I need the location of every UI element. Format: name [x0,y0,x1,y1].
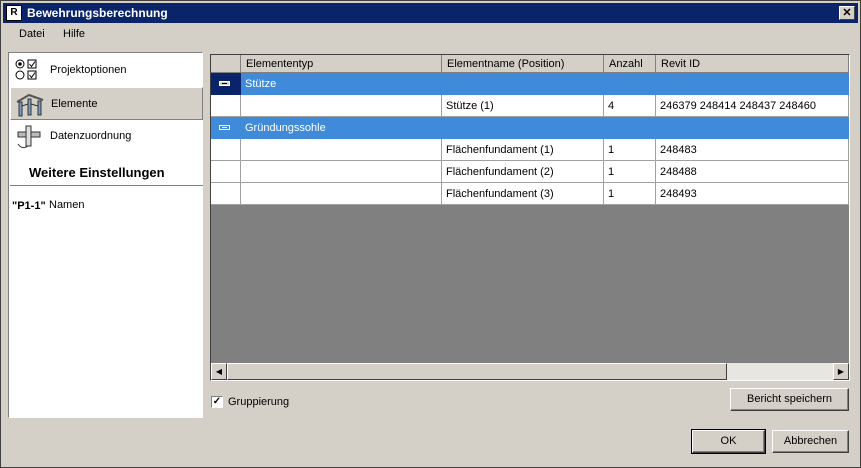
menu-hilfe[interactable]: Hilfe [63,28,85,40]
mapping-icon [17,125,41,149]
grouping-label[interactable]: Gruppierung [228,396,289,408]
row-selector[interactable] [211,73,241,95]
title-bar[interactable]: R Bewehrungsberechnung ✕ [3,3,858,23]
scroll-left-button[interactable]: ◀ [211,363,227,380]
structure-icon [16,93,44,117]
row-selector[interactable] [211,139,241,161]
sidebar-item-projektoptionen[interactable]: Projektoptionen [10,54,203,87]
window-title: Bewehrungsberechnung [27,6,168,20]
cell-elemententyp [241,139,442,161]
ok-button[interactable]: OK [691,429,766,454]
table-row[interactable]: Stütze (1) 4 246379 248414 248437 248460 [211,95,849,117]
cell-elemententyp [241,95,442,117]
sidebar-item-label: Datenzuordnung [50,130,132,142]
cell-anzahl: 1 [604,161,656,183]
cell-elementname: Flächenfundament (1) [442,139,604,161]
main-window: R Bewehrungsberechnung ✕ Datei Hilfe Pro… [0,0,861,468]
scroll-right-button[interactable]: ▶ [833,363,849,380]
row-selector[interactable] [211,95,241,117]
sidebar-item-elemente[interactable]: Elemente [10,87,203,120]
sidebar-item-namen[interactable]: Namen [49,199,84,211]
sidebar-item-label: Elemente [51,98,98,110]
column-header-elemententyp[interactable]: Elemententyp [241,55,442,73]
cancel-button[interactable]: Abbrechen [772,430,849,453]
cell-elemententyp [241,161,442,183]
row-selector[interactable] [211,161,241,183]
menu-datei[interactable]: Datei [19,28,45,40]
cell-elemententyp [241,183,442,205]
cell-revit-id: 248493 [656,183,849,205]
horizontal-scrollbar[interactable]: ◀ ▶ [211,363,849,380]
table-row[interactable]: Flächenfundament (2) 1 248488 [211,161,849,183]
table-row[interactable]: Flächenfundament (3) 1 248493 [211,183,849,205]
table-row[interactable]: Flächenfundament (1) 1 248483 [211,139,849,161]
cell-revit-id: 248488 [656,161,849,183]
group-label: Gründungssohle [241,117,849,139]
collapse-icon[interactable] [219,125,230,130]
grouping-checkbox[interactable]: ✓ [211,396,223,408]
grid-header: Elemententyp Elementname (Position) Anza… [211,55,849,73]
app-icon: R [6,5,22,21]
naming-icon: "P1-1" [12,200,46,212]
sidebar: Projektoptionen Elemente Datenzuordnung … [8,52,203,418]
cell-elementname: Flächenfundament (3) [442,183,604,205]
menu-bar: Datei Hilfe [3,24,858,44]
elements-grid[interactable]: Elemententyp Elementname (Position) Anza… [210,54,850,381]
row-selector[interactable] [211,183,241,205]
sidebar-item-datenzuordnung[interactable]: Datenzuordnung [10,120,203,153]
group-label: Stütze [241,73,849,95]
header-row-selector [211,55,241,73]
save-report-button[interactable]: Bericht speichern [730,388,849,411]
cell-elementname: Stütze (1) [442,95,604,117]
options-icon [15,59,37,80]
cell-elementname: Flächenfundament (2) [442,161,604,183]
column-header-elementname[interactable]: Elementname (Position) [442,55,604,73]
sidebar-item-label: Projektoptionen [50,64,127,76]
cell-revit-id: 246379 248414 248437 248460 [656,95,849,117]
cell-anzahl: 1 [604,139,656,161]
cell-anzahl: 1 [604,183,656,205]
row-selector[interactable] [211,117,241,139]
group-row[interactable]: Gründungssohle [211,117,849,139]
scrollbar-thumb[interactable] [227,363,727,380]
cell-revit-id: 248483 [656,139,849,161]
sidebar-divider [10,185,203,186]
sidebar-heading: Weitere Einstellungen [29,165,165,180]
column-header-anzahl[interactable]: Anzahl [604,55,656,73]
collapse-icon[interactable] [219,81,230,86]
close-button[interactable]: ✕ [839,6,855,20]
column-header-revit-id[interactable]: Revit ID [656,55,849,73]
group-row[interactable]: Stütze [211,73,849,95]
cell-anzahl: 4 [604,95,656,117]
